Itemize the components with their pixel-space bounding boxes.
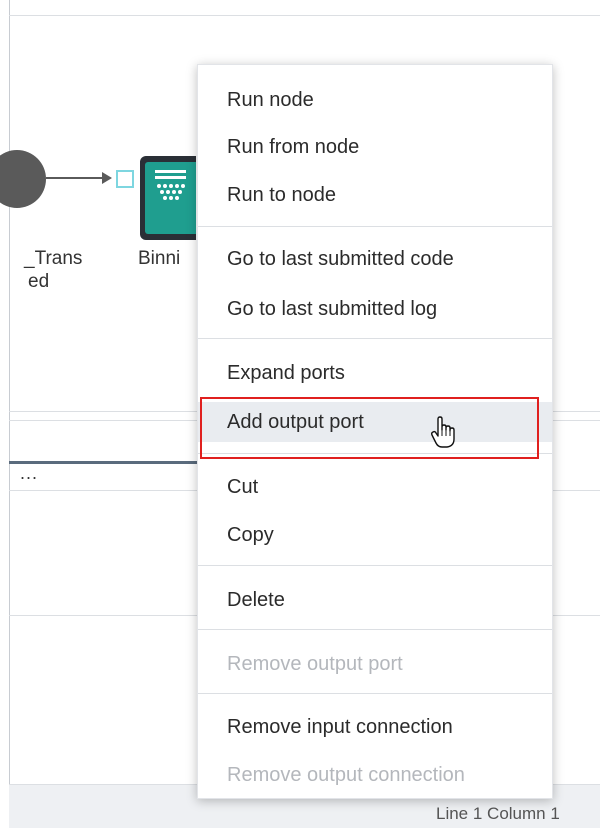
pointer-hand-icon xyxy=(430,416,455,448)
menu-separator xyxy=(198,226,552,227)
menu-item-add-output-port[interactable]: Add output port xyxy=(198,402,552,442)
menu-separator xyxy=(198,338,552,339)
input-port[interactable] xyxy=(116,170,134,188)
menu-item-go-last-log[interactable]: Go to last submitted log xyxy=(198,289,552,329)
binning-node-label: Binni xyxy=(138,248,181,269)
menu-item-run-from-node[interactable]: Run from node xyxy=(198,127,552,167)
menu-item-expand-ports[interactable]: Expand ports xyxy=(198,353,552,393)
menu-separator xyxy=(198,693,552,694)
menu-item-copy[interactable]: Copy xyxy=(198,515,552,555)
menu-separator xyxy=(198,565,552,566)
top-divider xyxy=(9,15,600,16)
upstream-node-label-line1: _Trans xyxy=(24,248,83,269)
cursor-position: Line 1 Column 1 xyxy=(436,804,560,823)
context-menu: Run node Run from node Run to node Go to… xyxy=(197,64,553,799)
menu-item-run-node[interactable]: Run node xyxy=(198,80,552,120)
menu-item-go-last-code[interactable]: Go to last submitted code xyxy=(198,239,552,279)
connection-arrow-icon xyxy=(102,172,112,184)
menu-item-run-to-node[interactable]: Run to node xyxy=(198,175,552,215)
menu-separator xyxy=(198,629,552,630)
menu-item-cut[interactable]: Cut xyxy=(198,467,552,507)
menu-item-remove-input-connection[interactable]: Remove input connection xyxy=(198,707,552,747)
upstream-node-label-line2: ed xyxy=(28,271,50,292)
menu-item-remove-output-connection: Remove output connection xyxy=(227,764,465,786)
connection-line[interactable] xyxy=(46,177,104,179)
menu-separator xyxy=(198,453,552,454)
menu-item-remove-output-port: Remove output port xyxy=(227,653,403,675)
menu-item-delete[interactable]: Delete xyxy=(198,580,552,620)
tab-overflow[interactable]: ... xyxy=(20,463,38,484)
binning-node-body[interactable] xyxy=(145,162,196,234)
binning-icon xyxy=(155,170,186,200)
